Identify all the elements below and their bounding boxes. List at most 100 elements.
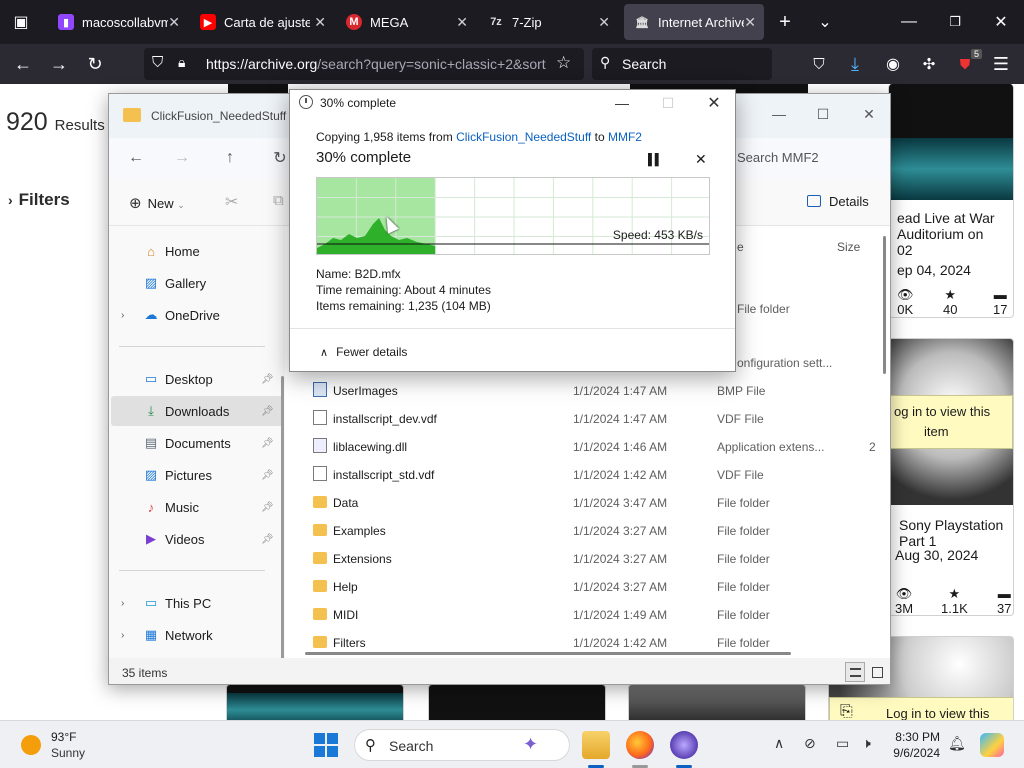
forward-arrow-icon[interactable]: → [44,49,74,79]
tab-carta-de-ajuste[interactable]: ▶ Carta de ajuste ✕ [190,4,334,40]
table-row[interactable]: installscript_std.vdf 1/1/2024 1:42 AM VDF… [285,460,875,488]
minimize-icon[interactable]: — [759,100,799,128]
minimize-icon[interactable]: — [600,90,644,116]
web-search-input[interactable]: ⚲ Search [592,48,772,80]
close-icon[interactable]: ✕ [849,100,889,128]
file-list-horizontal-scrollbar[interactable] [305,652,791,655]
reload-icon[interactable]: ↻ [80,49,110,79]
close-icon[interactable]: ✕ [598,14,610,31]
account-icon[interactable]: ◉ [878,49,908,79]
table-row[interactable]: Data 1/1/2024 3:47 AM File folder [285,488,875,516]
close-window-icon[interactable]: ✕ [986,7,1016,37]
destination-folder-link[interactable]: MMF2 [608,130,642,144]
downloads-icon[interactable]: ⤓ [840,49,870,79]
explorer-search-input[interactable]: Search MMF2 [729,144,889,172]
back-arrow-icon[interactable]: ← [8,49,38,79]
firefox-taskbar-icon[interactable] [626,731,654,759]
pin-icon[interactable]: 📌︎ [261,406,274,417]
minimize-icon[interactable]: — [894,7,924,37]
pin-icon[interactable]: 📌︎ [261,470,274,481]
taskbar-search-input[interactable]: ⚲ Search ✦ [354,729,570,761]
cancel-copy-icon[interactable]: ✕ [695,151,707,168]
details-view-button[interactable] [845,662,865,682]
show-hidden-icons-chevron-up-icon[interactable]: ∧ [774,735,784,752]
column-header-type[interactable]: e [737,240,744,254]
result-card[interactable]: og in to view this item Sony Playstation… [888,338,1014,616]
tab-overview-icon[interactable]: ▣ [6,7,36,37]
close-icon[interactable]: ✕ [314,14,326,31]
back-arrow-icon[interactable]: ← [123,146,149,170]
sun-weather-icon[interactable] [21,735,41,755]
source-folder-link[interactable]: ClickFusion_NeededStuff [456,130,591,144]
close-icon[interactable]: ✕ [744,14,756,31]
chevron-right-icon[interactable]: › [121,598,124,609]
sidebar-item-desktop[interactable]: ▭ Desktop 📌︎ [111,364,283,394]
sidebar-item-downloads[interactable]: ⤓ Downloads 📌︎ [111,396,283,426]
result-card[interactable]: ead Live at War Auditorium on 02 ep 04, … [888,84,1014,318]
file-list-vertical-scrollbar[interactable] [883,236,886,374]
copy-icon[interactable]: ⧉ [273,192,284,209]
tab-macoscollabvm[interactable]: ▮ macoscollabvm ✕ [48,4,188,40]
menu-hamburger-icon[interactable]: ☰ [986,49,1016,79]
sidebar-item-home[interactable]: ⌂ Home [111,236,283,266]
sidebar-item-this-pc[interactable]: › ▭ This PC [111,588,283,618]
network-off-icon[interactable]: ⊘ [804,735,816,752]
filters-toggle[interactable]: › Filters [8,190,70,210]
forward-arrow-icon[interactable]: → [169,146,195,170]
address-bar[interactable]: ⛉ 🔒︎ https://archive.org/search?query=so… [144,48,584,80]
file-explorer-taskbar-icon[interactable] [582,731,610,759]
new-tab-icon[interactable]: + [770,7,800,37]
display-icon[interactable]: ▭ [836,735,849,752]
sidebar-item-documents[interactable]: ▤ Documents 📌︎ [111,428,283,458]
sidebar-item-onedrive[interactable]: › ☁ OneDrive [111,300,283,330]
details-pane-button[interactable]: Details [807,194,869,209]
login-to-view-notice[interactable]: og in to view this item [889,395,1013,449]
extensions-icon[interactable]: ✣ [914,49,944,79]
pin-icon[interactable]: 📌︎ [261,374,274,385]
shield-icon[interactable]: ⛉ [152,54,163,71]
windows-start-icon[interactable] [314,733,338,757]
tiles-view-button[interactable] [867,662,887,682]
sidebar-item-videos[interactable]: ▶ Videos 📌︎ [111,524,283,554]
tab-internet-archive[interactable]: 🏛 Internet Archive ✕ [624,4,764,40]
weather-temperature[interactable]: 93°F [51,730,76,744]
sidebar-item-network[interactable]: › ▦ Network [111,620,283,650]
lock-icon[interactable]: 🔒︎ [178,54,185,71]
table-row[interactable]: Help 1/1/2024 3:27 AM File folder [285,572,875,600]
copilot-icon[interactable] [980,733,1004,757]
sidebar-item-gallery[interactable]: ▨ Gallery [111,268,283,298]
pause-icon[interactable]: ▌▌ [648,154,663,166]
maximize-icon[interactable]: ☐ [803,100,843,128]
table-row[interactable]: Filters 1/1/2024 1:42 AM File folder [285,628,875,652]
pocket-icon[interactable]: ⛉ [804,49,834,79]
table-row[interactable]: UserImages 1/1/2024 1:47 AM BMP File [285,376,875,404]
close-icon[interactable]: ✕ [456,14,468,31]
system-clock[interactable]: 8:30 PM 9/6/2024 [890,729,940,761]
table-row[interactable]: Examples 1/1/2024 3:27 AM File folder [285,516,875,544]
sidebar-item-music[interactable]: ♪ Music 📌︎ [111,492,283,522]
chevron-right-icon[interactable]: › [121,630,124,641]
weather-condition[interactable]: Sunny [51,746,85,760]
url-text[interactable]: https://archive.org/search?query=sonic+c… [206,56,552,72]
up-arrow-icon[interactable]: ↑ [217,146,243,170]
result-card[interactable] [428,684,606,720]
result-card[interactable] [226,684,404,720]
new-button[interactable]: ⊕ New ⌄ [129,194,185,212]
list-tabs-chevron-down-icon[interactable]: ⌄ [810,7,840,37]
pin-icon[interactable]: 📌︎ [261,438,274,449]
login-to-view-notice[interactable]: ⎘ Log in to view this [829,697,1013,720]
clickteam-taskbar-icon[interactable] [670,731,698,759]
result-card[interactable] [628,684,806,720]
fewer-details-button[interactable]: ∧ Fewer details [320,345,407,359]
table-row[interactable]: liblacewing.dll 1/1/2024 1:46 AM Applicati… [285,432,876,460]
pin-icon[interactable]: 📌︎ [261,502,274,513]
chevron-right-icon[interactable]: › [121,310,124,321]
ublock-extension-icon[interactable]: ⛊ 5 [950,49,982,79]
volume-icon[interactable]: 🕨︎ [862,735,871,752]
close-icon[interactable]: ✕ [692,90,736,116]
notification-bell-icon[interactable]: 🔔︎ [948,735,966,752]
pin-icon[interactable]: 📌︎ [261,534,274,545]
sidebar-item-pictures[interactable]: ▨ Pictures 📌︎ [111,460,283,490]
tab-mega[interactable]: M MEGA ✕ [336,4,476,40]
column-header-size[interactable]: Size [837,240,860,254]
